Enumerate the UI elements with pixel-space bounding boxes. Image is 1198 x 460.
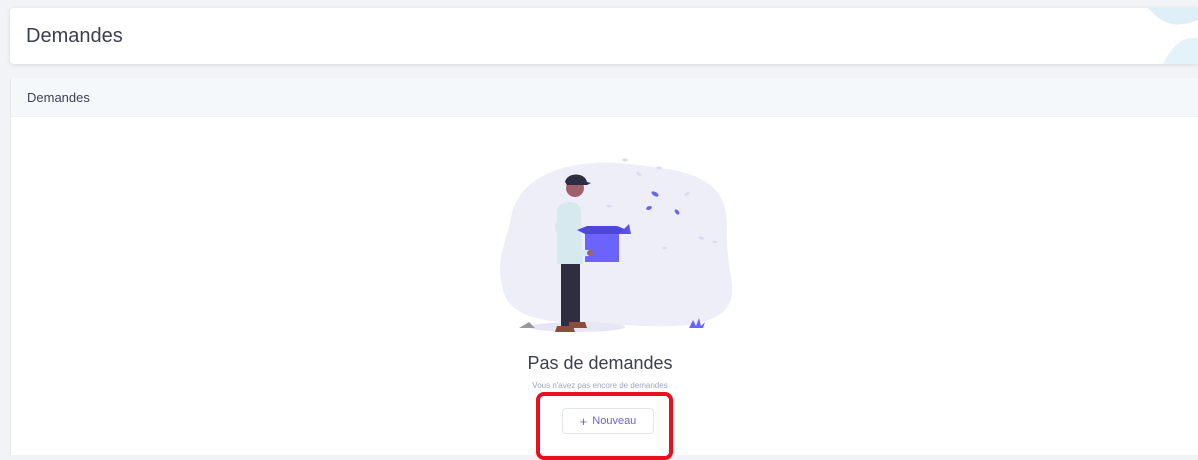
card-header: Demandes [11,78,1198,117]
page-header: Demandes [10,8,1198,64]
page-title: Demandes [26,25,123,47]
card-title: Demandes [27,90,90,105]
empty-state-subtitle: Vous n'avez pas encore de demandes [532,381,668,390]
new-request-button[interactable]: + Nouveau [562,408,654,434]
empty-box-illustration [500,158,733,332]
header-decoration [1148,8,1198,64]
empty-state-title: Pas de demandes [527,353,673,373]
new-button-label: Nouveau [592,415,637,427]
requests-card: Demandes Pas de demandes Vous n'avez pas… [10,78,1198,455]
plus-icon: + [579,413,588,429]
